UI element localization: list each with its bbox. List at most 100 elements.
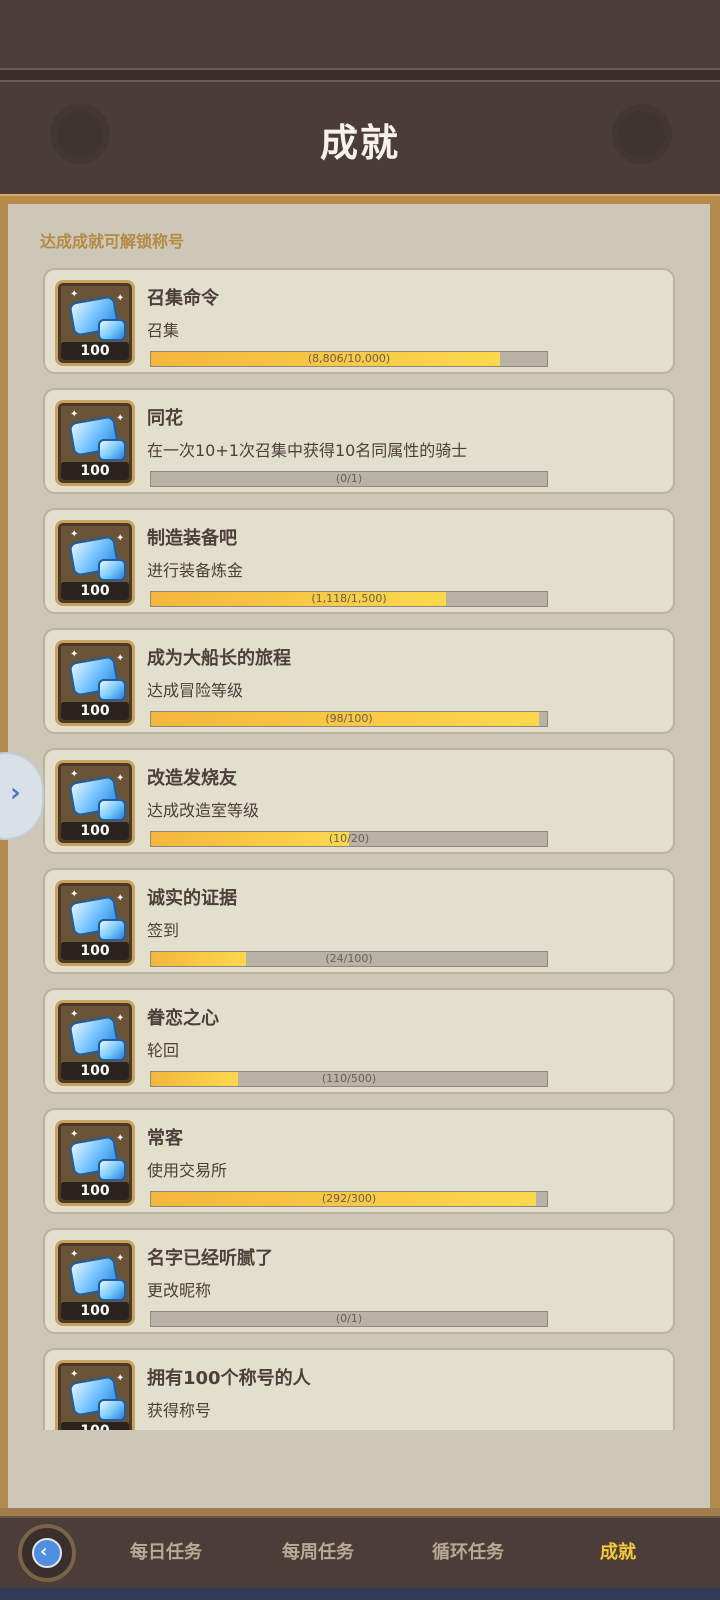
tab-daily-tasks[interactable]: 每日任务 (130, 1538, 202, 1564)
sparkle-icon: ✦ (70, 1129, 79, 1140)
sparkle-icon: ✦ (70, 649, 79, 660)
gem-shape (98, 559, 126, 581)
chevron-right-icon: › (10, 778, 21, 808)
progress-text: (1,118/1,500) (311, 592, 387, 605)
tab-weekly-tasks[interactable]: 每周任务 (282, 1538, 354, 1564)
achievement-description: 使用交易所 (147, 1161, 228, 1180)
sparkle-icon: ✦ (116, 1013, 125, 1024)
sparkle-icon: ✦ (70, 1369, 79, 1380)
achievement-card[interactable]: ✦ ✦ 100 名字已经听腻了 更改昵称 (0/1) (43, 1228, 675, 1334)
achievement-card[interactable]: ✦ ✦ 100 眷恋之心 轮回 (110/500) (43, 988, 675, 1094)
reward-count: 100 (61, 702, 129, 720)
diamond-gem-icon: ✦ ✦ 100 (55, 520, 135, 606)
achievement-description: 更改昵称 (147, 1281, 212, 1300)
reward-count: 100 (61, 1062, 129, 1080)
diamond-gem-icon: ✦ ✦ 100 (55, 1360, 135, 1430)
sparkle-icon: ✦ (116, 773, 125, 784)
achievement-description: 获得称号 (147, 1401, 212, 1420)
header-bottom-rail (0, 194, 720, 204)
achievement-card[interactable]: ✦ ✦ 100 召集命令 召集 (8,806/10,000) (43, 268, 675, 374)
tab-achievements[interactable]: 成就 (600, 1538, 636, 1564)
tab-cycle-tasks[interactable]: 循环任务 (432, 1538, 504, 1564)
progress-text: (10/20) (328, 832, 370, 845)
progress-bar: (0/1) (150, 1311, 548, 1327)
sparkle-icon: ✦ (116, 293, 125, 304)
sparkle-icon: ✦ (70, 529, 79, 540)
header-top-rail (0, 68, 720, 82)
achievement-name: 改造发烧友 (147, 768, 237, 789)
achievement-card[interactable]: ✦ ✦ 100 诚实的证据 签到 (24/100) (43, 868, 675, 974)
achievement-description: 在一次10+1次召集中获得10名同属性的骑士 (147, 441, 468, 460)
reward-count: 100 (61, 342, 129, 360)
progress-text: (110/500) (321, 1072, 377, 1085)
achievement-description: 轮回 (147, 1041, 180, 1060)
reward-count: 100 (61, 462, 129, 480)
achievement-description: 达成改造室等级 (147, 801, 260, 820)
sparkle-icon: ✦ (116, 1133, 125, 1144)
unlock-title-hint: 达成成就可解锁称号 (40, 232, 185, 251)
bottom-system-strip (0, 1588, 720, 1600)
progress-text: (24/100) (325, 952, 373, 965)
progress-bar: (98/100) (150, 711, 548, 727)
gem-shape (98, 799, 126, 821)
reward-count: 100 (61, 942, 129, 960)
progress-text: (98/100) (325, 712, 373, 725)
sparkle-icon: ✦ (116, 413, 125, 424)
achievement-name: 常客 (147, 1128, 183, 1149)
gem-shape (98, 679, 126, 701)
achievement-card[interactable]: ✦ ✦ 100 拥有100个称号的人获得称号 (43, 1348, 675, 1430)
achievement-description: 进行装备炼金 (147, 561, 244, 580)
sparkle-icon: ✦ (116, 1253, 125, 1264)
reward-count: 100 (61, 1182, 129, 1200)
progress-text: (292/300) (321, 1192, 377, 1205)
progress-text: (0/1) (335, 472, 363, 485)
achievement-card[interactable]: ✦ ✦ 100 制造装备吧进行装备炼金 (1,118/1,500) (43, 508, 675, 614)
achievement-name: 同花 (147, 408, 183, 429)
gem-shape (98, 1399, 126, 1421)
progress-text: (0/1) (335, 1312, 363, 1325)
progress-text: (8,806/10,000) (307, 352, 391, 365)
reward-count: 100 (61, 1422, 129, 1430)
progress-bar: (110/500) (150, 1071, 548, 1087)
top-status-area (0, 0, 720, 68)
gem-shape (98, 1039, 126, 1061)
sparkle-icon: ✦ (116, 653, 125, 664)
achievement-card[interactable]: ✦ ✦ 100 改造发烧友达成改造室等级 (10/20) (43, 748, 675, 854)
progress-bar: (8,806/10,000) (150, 351, 548, 367)
back-arrow-icon: ‹ (32, 1538, 62, 1568)
achievement-card[interactable]: ✦ ✦ 100 成为大船长的旅程 达成冒险等级 (98/100) (43, 628, 675, 734)
panel-frame-right (710, 204, 720, 1508)
achievement-name: 制造装备吧 (147, 528, 237, 549)
sparkle-icon: ✦ (116, 893, 125, 904)
achievement-name: 成为大船长的旅程 (147, 648, 291, 669)
reward-count: 100 (61, 1302, 129, 1320)
sparkle-icon: ✦ (116, 533, 125, 544)
achievement-name: 召集命令 (147, 288, 219, 309)
diamond-gem-icon: ✦ ✦ 100 (55, 1000, 135, 1086)
progress-bar: (292/300) (150, 1191, 548, 1207)
sparkle-icon: ✦ (70, 1009, 79, 1020)
diamond-gem-icon: ✦ ✦ 100 (55, 640, 135, 726)
back-button[interactable]: ‹ (18, 1524, 76, 1582)
achievement-card[interactable]: ✦ ✦ 100 常客使用交易所 (292/300) (43, 1108, 675, 1214)
gem-shape (98, 439, 126, 461)
gem-shape (98, 319, 126, 341)
page-title: 成就 (319, 121, 400, 165)
achievement-list[interactable]: ✦ ✦ 100 召集命令召集 (8,806/10,000) ✦ ✦ 100 同花在一次10+1次… (43, 268, 677, 1430)
gem-shape (98, 1159, 126, 1181)
achievement-name: 拥有100个称号的人 (147, 1368, 311, 1389)
achievement-description: 达成冒险等级 (147, 681, 244, 700)
progress-bar: (0/1) (150, 471, 548, 487)
progress-bar: (1,118/1,500) (150, 591, 548, 607)
reward-count: 100 (61, 582, 129, 600)
achievement-description: 召集 (147, 321, 180, 340)
progress-bar: (24/100) (150, 951, 548, 967)
sparkle-icon: ✦ (70, 1249, 79, 1260)
reward-count: 100 (61, 822, 129, 840)
bottom-tab-bar: ‹ 每日任务 每周任务 循环任务 成就 (0, 1516, 720, 1588)
gem-shape (98, 1279, 126, 1301)
achievement-card[interactable]: ✦ ✦ 100 同花 在一次10+1次召集中获得10名同属性的骑士 (0/1) (43, 388, 675, 494)
achievement-name: 名字已经听腻了 (147, 1248, 273, 1269)
diamond-gem-icon: ✦ ✦ 100 (55, 760, 135, 846)
sparkle-icon: ✦ (70, 769, 79, 780)
